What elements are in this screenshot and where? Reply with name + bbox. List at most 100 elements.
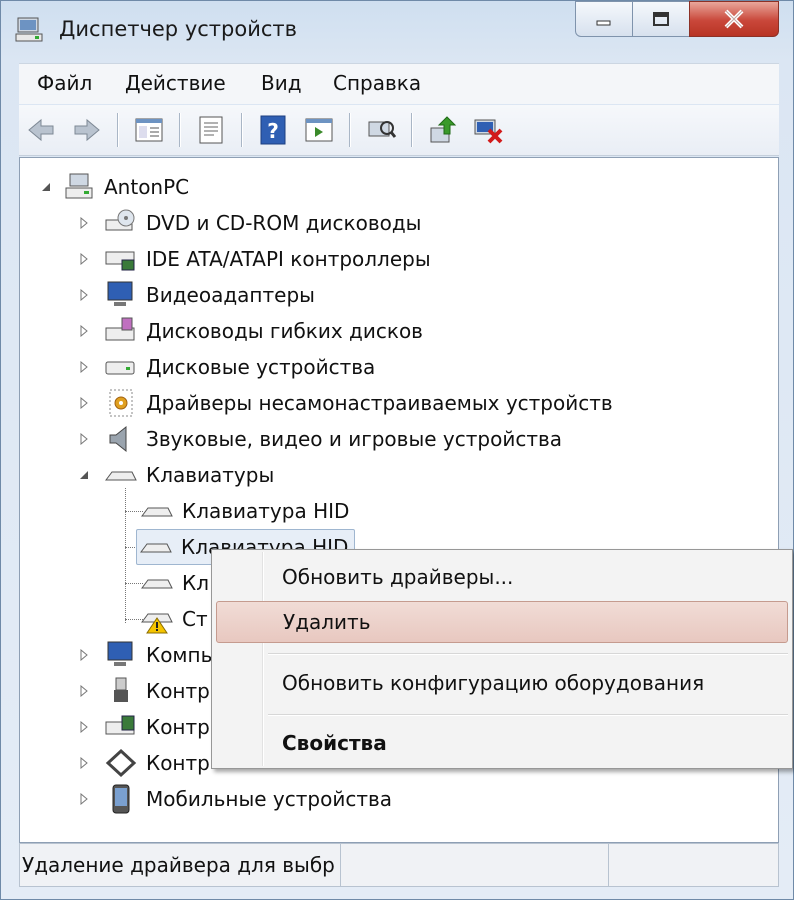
- tree-item-keyboards[interactable]: Клавиатуры: [78, 458, 274, 492]
- tree-item-label: Контр: [146, 679, 210, 703]
- expand-icon[interactable]: [78, 253, 90, 265]
- expand-icon[interactable]: [78, 361, 90, 373]
- tree-item-label: Кл: [182, 571, 209, 595]
- menu-view[interactable]: Вид: [261, 71, 302, 95]
- keyboard-icon: [141, 507, 173, 517]
- dvd-drive-icon: [105, 209, 135, 231]
- tree-item-computer[interactable]: Компь: [78, 638, 212, 672]
- usb-controller-icon: [114, 677, 128, 702]
- computer-icon: [107, 641, 133, 666]
- maximize-icon: [653, 12, 669, 26]
- tree-item-label: Видеоадаптеры: [146, 283, 315, 307]
- menu-item-label: Удалить: [283, 610, 371, 634]
- menu-separator: [268, 653, 788, 655]
- expand-icon[interactable]: [78, 649, 90, 661]
- tree-item-floppy[interactable]: Дисководы гибких дисков: [78, 314, 423, 348]
- display-adapter-icon: [107, 281, 133, 306]
- help-icon[interactable]: ?: [257, 114, 289, 146]
- status-divider: [608, 844, 609, 886]
- keyboard-warning-icon: [141, 613, 173, 634]
- expand-icon[interactable]: [78, 433, 90, 445]
- tree-root[interactable]: AntonPC: [40, 170, 189, 204]
- scan-hardware-icon[interactable]: [365, 114, 397, 146]
- expand-icon[interactable]: [78, 325, 90, 337]
- uninstall-icon[interactable]: [473, 114, 505, 146]
- menu-file[interactable]: Файл: [37, 71, 92, 95]
- menu-item-label: Свойства: [282, 731, 387, 755]
- tree-item-usb[interactable]: Контр: [78, 674, 210, 708]
- tree-item-label: Дисковые устройства: [146, 355, 376, 379]
- keyboard-device[interactable]: Клавиатура HID: [140, 494, 349, 528]
- keyboard-device-warning[interactable]: Ст: [140, 602, 208, 636]
- expand-icon[interactable]: [78, 217, 90, 229]
- expand-icon[interactable]: [78, 289, 90, 301]
- forward-icon[interactable]: [71, 114, 103, 146]
- update-driver-icon[interactable]: [427, 114, 459, 146]
- tree-item-network[interactable]: Контр: [78, 746, 210, 780]
- update-drivers-menu-item[interactable]: Обновить драйверы...: [216, 556, 788, 598]
- floppy-drive-icon: [105, 317, 135, 341]
- collapse-icon[interactable]: [40, 181, 52, 193]
- tree-item-label: DVD и CD-ROM дисководы: [146, 211, 422, 235]
- menu-item-label: Обновить драйверы...: [282, 565, 514, 589]
- keyboard-device[interactable]: Кл: [140, 566, 209, 600]
- tree-item-mobile[interactable]: Мобильные устройства: [78, 782, 392, 816]
- tree-item-ide[interactable]: IDE ATA/ATAPI контроллеры: [78, 242, 431, 276]
- storage-controller-icon: [105, 715, 135, 735]
- menu-action[interactable]: Действие: [125, 71, 226, 95]
- keyboard-icon: [105, 471, 137, 481]
- tree-item-label: Мобильные устройства: [146, 787, 393, 811]
- expand-icon[interactable]: [78, 397, 90, 409]
- window-title: Диспетчер устройств: [59, 17, 298, 41]
- properties-menu-item[interactable]: Свойства: [216, 722, 788, 764]
- scan-hardware-menu-item[interactable]: Обновить конфигурацию оборудования: [216, 662, 788, 704]
- minimize-button[interactable]: [575, 1, 633, 37]
- tree-item-sound[interactable]: Звуковые, видео и игровые устройства: [78, 422, 562, 456]
- tree-item-disk[interactable]: Дисковые устройства: [78, 350, 375, 384]
- back-icon[interactable]: [25, 114, 57, 146]
- expand-icon[interactable]: [78, 757, 90, 769]
- tree-root-label: AntonPC: [104, 175, 190, 199]
- expand-icon[interactable]: [78, 685, 90, 697]
- non-pnp-driver-icon: [109, 389, 133, 417]
- toolbar-separator: [241, 113, 242, 147]
- title-bar[interactable]: Диспетчер устройств: [1, 1, 793, 59]
- run-action-icon[interactable]: [303, 114, 335, 146]
- status-text: Удаление драйвера для выбр: [22, 853, 335, 877]
- network-controller-icon: [105, 748, 137, 778]
- tree-item-dvd[interactable]: DVD и CD-ROM дисководы: [78, 206, 421, 240]
- svg-text:?: ?: [267, 119, 279, 143]
- tree-item-storage[interactable]: Контр: [78, 710, 210, 744]
- tree-item-label: Клавиатуры: [146, 463, 275, 487]
- menu-bar: Файл Действие Вид Справка: [19, 63, 779, 104]
- computer-icon: [65, 173, 93, 199]
- device-manager-icon: [15, 17, 43, 42]
- speaker-icon: [109, 425, 127, 453]
- tree-item-nonpnp[interactable]: Драйверы несамонастраиваемых устройств: [78, 386, 613, 420]
- keyboard-icon: [141, 579, 173, 589]
- maximize-button[interactable]: [632, 1, 690, 37]
- menu-item-label: Обновить конфигурацию оборудования: [282, 671, 705, 695]
- status-divider: [340, 844, 341, 886]
- tree-item-label: Клавиатура HID: [182, 499, 350, 523]
- disk-drive-icon: [105, 361, 135, 375]
- device-manager-window: Диспетчер устройств Файл Действие Вид Сп…: [0, 0, 794, 900]
- expand-icon[interactable]: [78, 793, 90, 805]
- tree-item-label: Компь: [146, 643, 213, 667]
- uninstall-menu-item[interactable]: Удалить: [216, 601, 788, 643]
- expand-icon[interactable]: [78, 721, 90, 733]
- toolbar: ?: [19, 105, 779, 156]
- menu-separator: [268, 714, 788, 716]
- collapse-icon[interactable]: [78, 469, 90, 481]
- show-hide-tree-icon[interactable]: [133, 114, 165, 146]
- menu-help[interactable]: Справка: [333, 71, 421, 95]
- close-button[interactable]: [689, 1, 779, 37]
- tree-item-video[interactable]: Видеоадаптеры: [78, 278, 315, 312]
- tree-item-label: Контр: [146, 751, 210, 775]
- tree-connector: [125, 488, 126, 623]
- ide-controller-icon: [105, 251, 135, 271]
- keyboard-icon: [140, 543, 172, 553]
- properties-icon[interactable]: [195, 114, 227, 146]
- tree-item-label: Дисководы гибких дисков: [146, 319, 423, 343]
- toolbar-separator: [349, 113, 350, 147]
